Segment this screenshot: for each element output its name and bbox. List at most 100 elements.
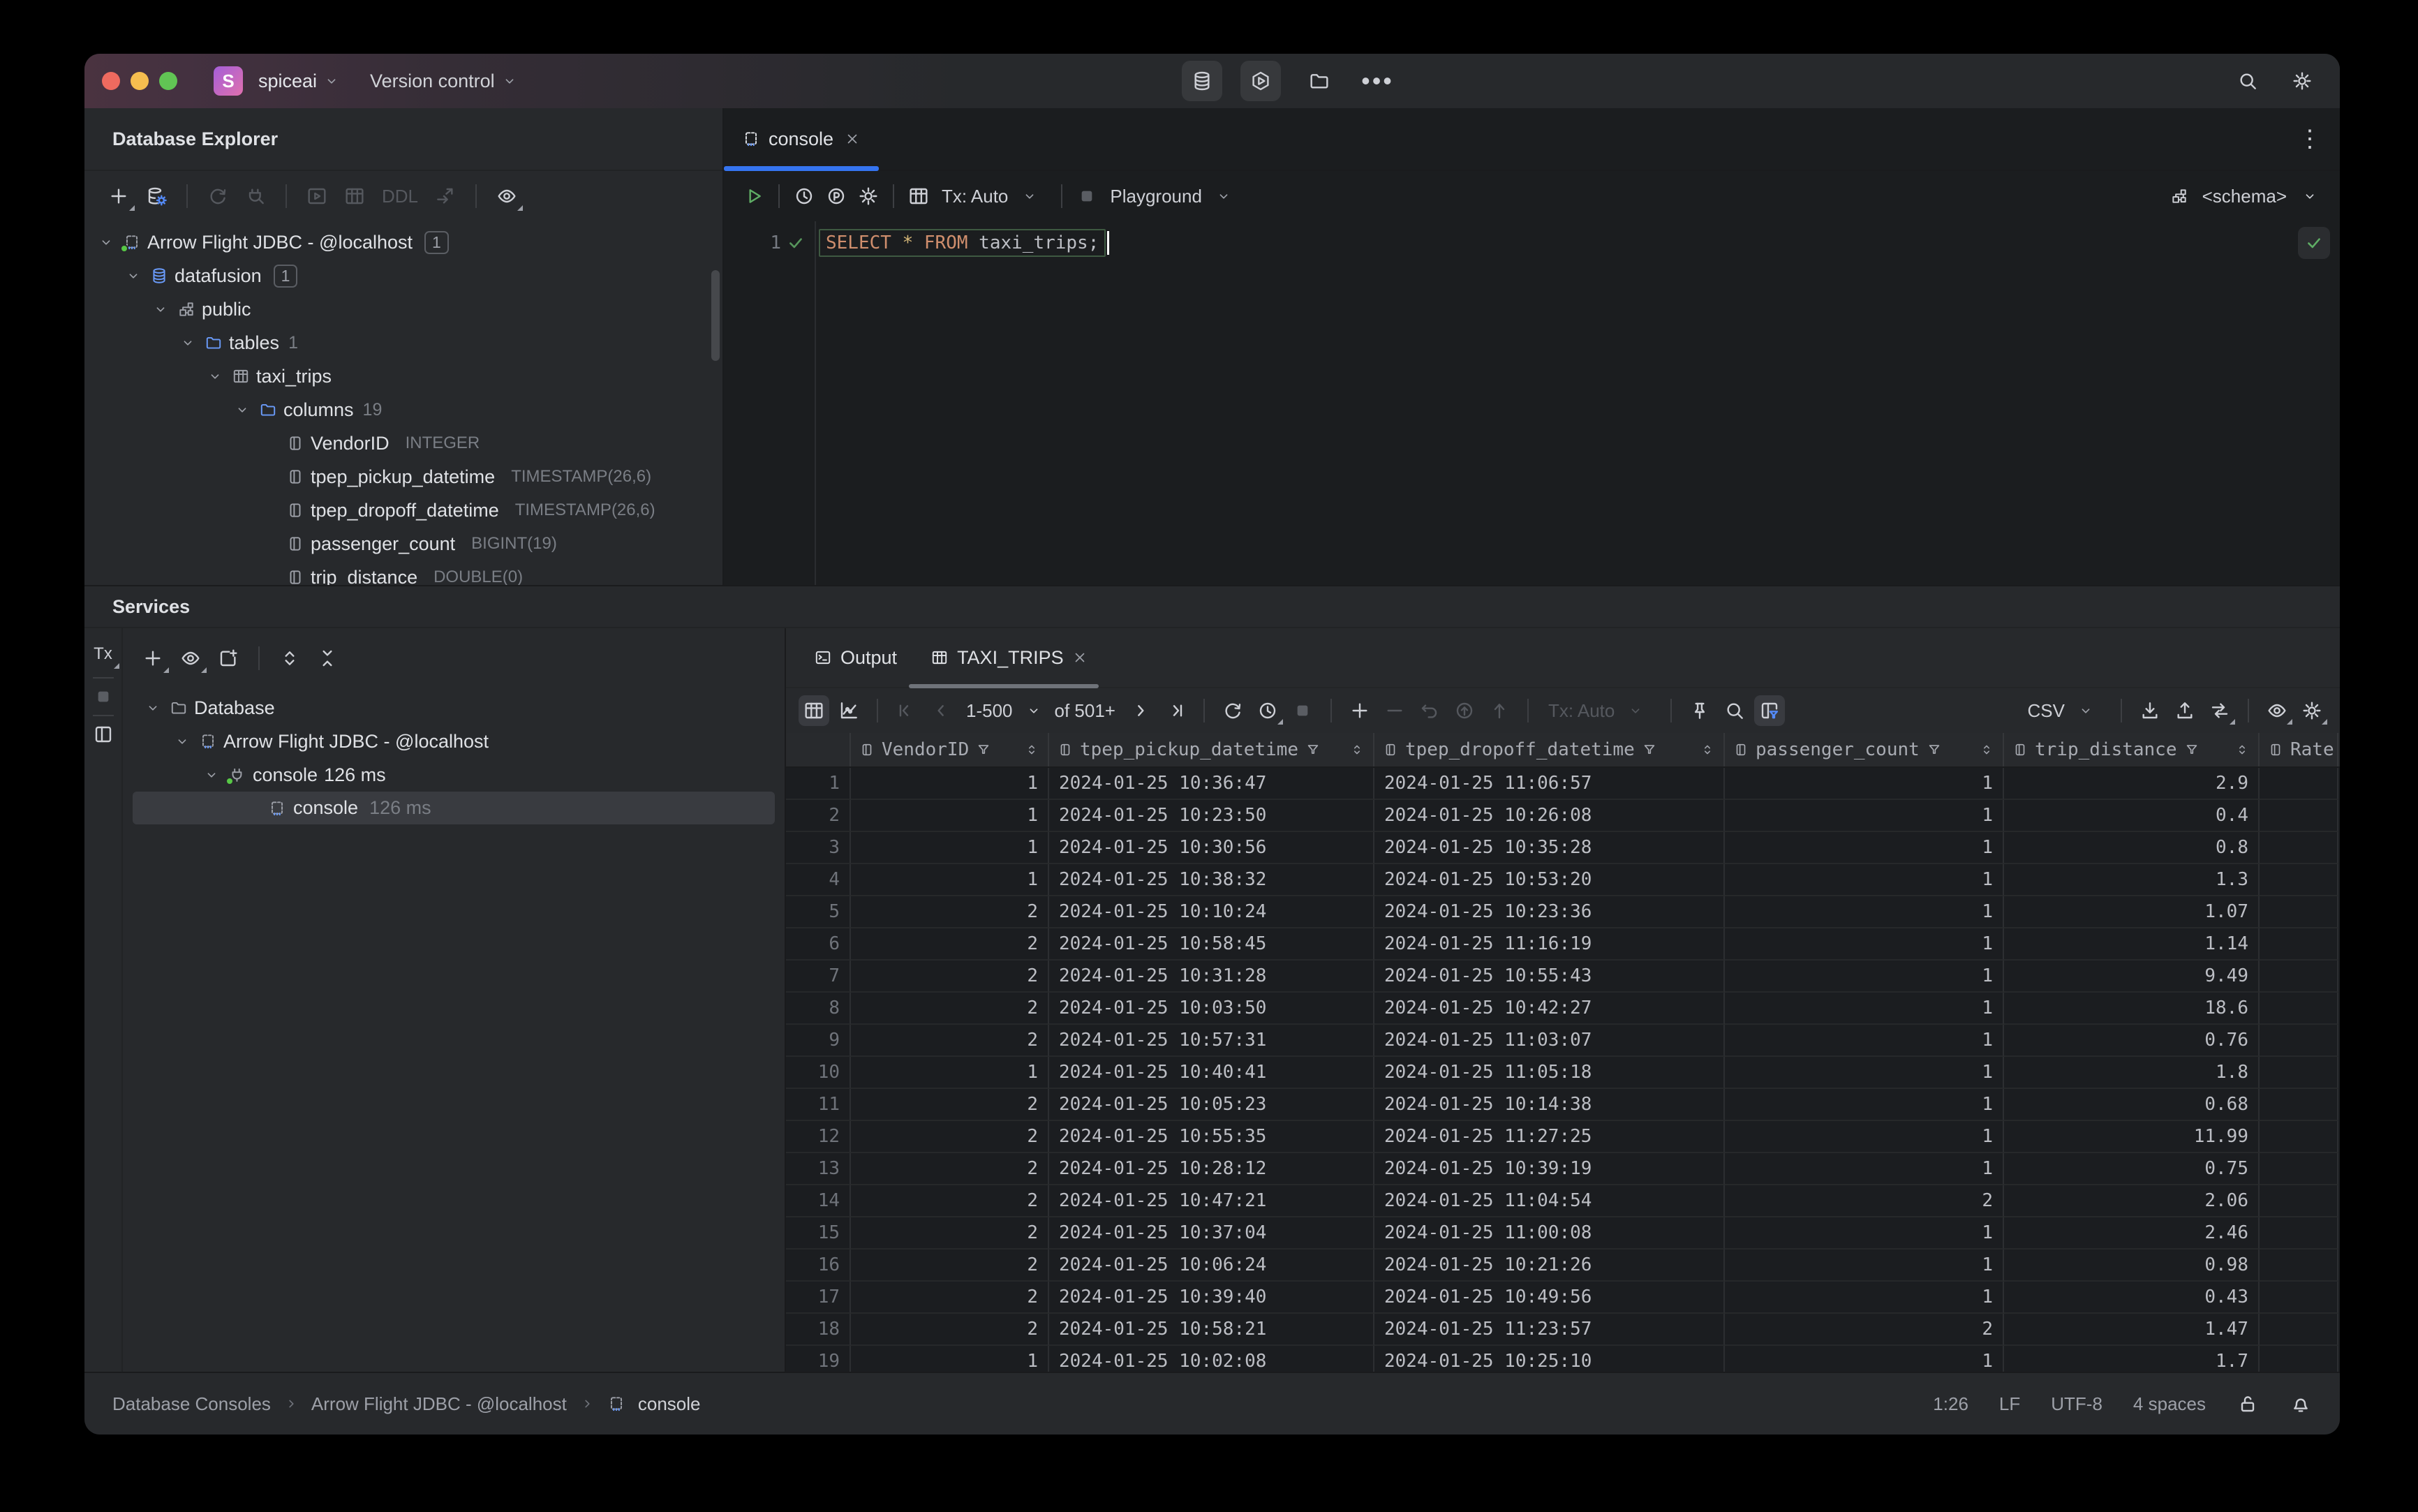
sort-arrows-icon[interactable] <box>1024 742 1039 757</box>
grid-cell[interactable]: 1 <box>1725 1346 2004 1372</box>
grid-row[interactable]: 11 2 2024-01-25 10:05:23 2024-01-25 10:14:3… <box>786 1089 2340 1121</box>
grid-cell[interactable] <box>2260 1217 2338 1250</box>
grid-cell[interactable]: 2 <box>851 993 1049 1025</box>
filter-funnel-icon[interactable] <box>1305 742 1321 757</box>
grid-cell[interactable]: 2024-01-25 10:02:08 <box>1049 1346 1374 1372</box>
grid-row[interactable]: 18 2 2024-01-25 10:58:21 2024-01-25 11:23:5… <box>786 1314 2340 1346</box>
collapse-all-icon[interactable] <box>311 642 343 674</box>
minimize-window-button[interactable] <box>131 72 149 90</box>
notifications-bell-icon[interactable] <box>2290 1393 2312 1415</box>
sort-arrows-icon[interactable] <box>1349 742 1365 757</box>
grid-row[interactable]: 15 2 2024-01-25 10:37:04 2024-01-25 11:00:0… <box>786 1217 2340 1250</box>
grid-cell[interactable]: 1 <box>1725 928 2004 961</box>
grid-cell[interactable]: 1 <box>1725 1121 2004 1153</box>
grid-row[interactable]: 16 2 2024-01-25 10:06:24 2024-01-25 10:21:2… <box>786 1250 2340 1282</box>
add-datasource-icon[interactable] <box>103 180 135 212</box>
breadcrumb-item[interactable]: Database Consoles <box>112 1393 271 1415</box>
filter-panel-icon[interactable] <box>1754 695 1786 726</box>
grid-cell[interactable]: 2024-01-25 10:31:28 <box>1049 961 1374 993</box>
indent-style[interactable]: 4 spaces <box>2133 1393 2206 1415</box>
tree-row[interactable]: columns 19 <box>84 393 722 427</box>
expand-all-icon[interactable] <box>274 642 306 674</box>
find-icon[interactable] <box>1719 695 1750 726</box>
close-tab-icon[interactable] <box>845 131 860 147</box>
grid-cell[interactable]: 2024-01-25 10:10:24 <box>1049 896 1374 928</box>
chevron-down-icon[interactable] <box>205 369 225 384</box>
column-header-passenger_count[interactable]: passenger_count <box>1725 733 2004 766</box>
grid-cell[interactable]: 2024-01-25 10:03:50 <box>1049 993 1374 1025</box>
stop-icon[interactable] <box>92 685 114 708</box>
grid-cell[interactable]: 9.49 <box>2004 961 2260 993</box>
grid-cell[interactable]: 2 <box>1725 1314 2004 1346</box>
grid-cell[interactable]: 1 <box>1725 961 2004 993</box>
caret-position[interactable]: 1:26 <box>1933 1393 1968 1415</box>
transfer-data-icon[interactable] <box>2204 695 2235 726</box>
filter-funnel-icon[interactable] <box>976 742 991 757</box>
grid-cell[interactable]: 1 <box>1725 800 2004 832</box>
grid-cell[interactable]: 2024-01-25 10:37:04 <box>1049 1217 1374 1250</box>
stop-icon[interactable] <box>1071 180 1103 212</box>
chevron-down-icon[interactable] <box>150 302 171 317</box>
grid-cell[interactable]: 1 <box>1725 864 2004 896</box>
close-tab-icon[interactable] <box>1072 650 1088 665</box>
grid-row[interactable]: 1 1 2024-01-25 10:36:47 2024-01-25 11:06:57… <box>786 768 2340 800</box>
view-options-eye-icon[interactable] <box>2262 695 2292 726</box>
grid-cell[interactable]: 2024-01-25 10:14:38 <box>1374 1089 1725 1121</box>
schema-select[interactable]: <schema> <box>2163 180 2326 212</box>
grid-cell[interactable]: 1 <box>851 800 1049 832</box>
grid-row[interactable]: 5 2 2024-01-25 10:10:24 2024-01-25 10:23:36… <box>786 896 2340 928</box>
grid-cell[interactable]: 0.98 <box>2004 1250 2260 1282</box>
grid-cell[interactable]: 1 <box>1725 832 2004 864</box>
grid-cell[interactable]: 2024-01-25 10:53:20 <box>1374 864 1725 896</box>
import-upload-icon[interactable] <box>2169 695 2200 726</box>
chevron-down-icon[interactable] <box>232 402 253 417</box>
auto-refresh-clock-icon[interactable] <box>1252 695 1283 726</box>
grid-cell[interactable]: 1.8 <box>2004 1057 2260 1089</box>
grid-cell[interactable] <box>2260 928 2338 961</box>
page-range-select[interactable]: 1-500 of 501+ <box>966 695 1115 726</box>
grid-cell[interactable]: 2024-01-25 10:49:56 <box>1374 1282 1725 1314</box>
grid-cell[interactable] <box>2260 768 2338 800</box>
grid-cell[interactable]: 0.76 <box>2004 1025 2260 1057</box>
grid-cell[interactable]: 0.4 <box>2004 800 2260 832</box>
lock-open-icon[interactable] <box>2237 1393 2259 1415</box>
sort-arrows-icon[interactable] <box>1700 742 1715 757</box>
grid-row[interactable]: 2 1 2024-01-25 10:23:50 2024-01-25 10:26:08… <box>786 800 2340 832</box>
grid-cell[interactable]: 2 <box>851 1217 1049 1250</box>
close-window-button[interactable] <box>102 72 120 90</box>
view-options-eye-icon[interactable] <box>175 642 207 674</box>
tx-filter-button[interactable]: Tx <box>87 638 119 670</box>
chevron-down-icon[interactable] <box>123 268 144 283</box>
grid-cell[interactable]: 2 <box>851 1153 1049 1185</box>
filter-funnel-icon[interactable] <box>1642 742 1657 757</box>
breadcrumb-item[interactable]: console <box>638 1393 701 1415</box>
previous-page-icon[interactable] <box>926 695 956 726</box>
column-header-Rate[interactable]: Rate <box>2260 733 2338 766</box>
database-tool-button[interactable] <box>1181 61 1222 101</box>
open-table-icon[interactable] <box>339 180 371 212</box>
column-header-trip_distance[interactable]: trip_distance <box>2004 733 2260 766</box>
grid-row[interactable]: 6 2 2024-01-25 10:58:45 2024-01-25 11:16:19… <box>786 928 2340 961</box>
grid-cell[interactable]: 0.68 <box>2004 1089 2260 1121</box>
grid-cell[interactable] <box>2260 1025 2338 1057</box>
grid-view-icon[interactable] <box>799 695 829 726</box>
grid-cell[interactable]: 2024-01-25 10:58:45 <box>1049 928 1374 961</box>
grid-cell[interactable]: 2 <box>851 896 1049 928</box>
tab-console[interactable]: console <box>724 108 878 170</box>
grid-cell[interactable]: 1 <box>1725 1282 2004 1314</box>
pin-tab-icon[interactable] <box>1684 695 1715 726</box>
grid-cell[interactable]: 2024-01-25 11:06:57 <box>1374 768 1725 800</box>
grid-cell[interactable]: 2024-01-25 10:06:24 <box>1049 1250 1374 1282</box>
editor-options-kebab-icon[interactable]: ⋮ <box>2298 125 2322 153</box>
grid-cell[interactable]: 2024-01-25 11:27:25 <box>1374 1121 1725 1153</box>
grid-cell[interactable]: 2024-01-25 10:30:56 <box>1049 832 1374 864</box>
grid-cell[interactable] <box>2260 1250 2338 1282</box>
tree-row[interactable]: trip_distance DOUBLE(0) <box>84 561 722 585</box>
add-row-icon[interactable] <box>1344 695 1375 726</box>
column-header-tpep_pickup_datetime[interactable]: tpep_pickup_datetime <box>1049 733 1374 766</box>
project-badge[interactable]: S <box>214 66 243 96</box>
line-ending[interactable]: LF <box>1999 1393 2020 1415</box>
history-clock-icon[interactable] <box>788 180 820 212</box>
grid-settings-gear-icon[interactable] <box>2297 695 2327 726</box>
grid-cell[interactable]: 2024-01-25 10:42:27 <box>1374 993 1725 1025</box>
